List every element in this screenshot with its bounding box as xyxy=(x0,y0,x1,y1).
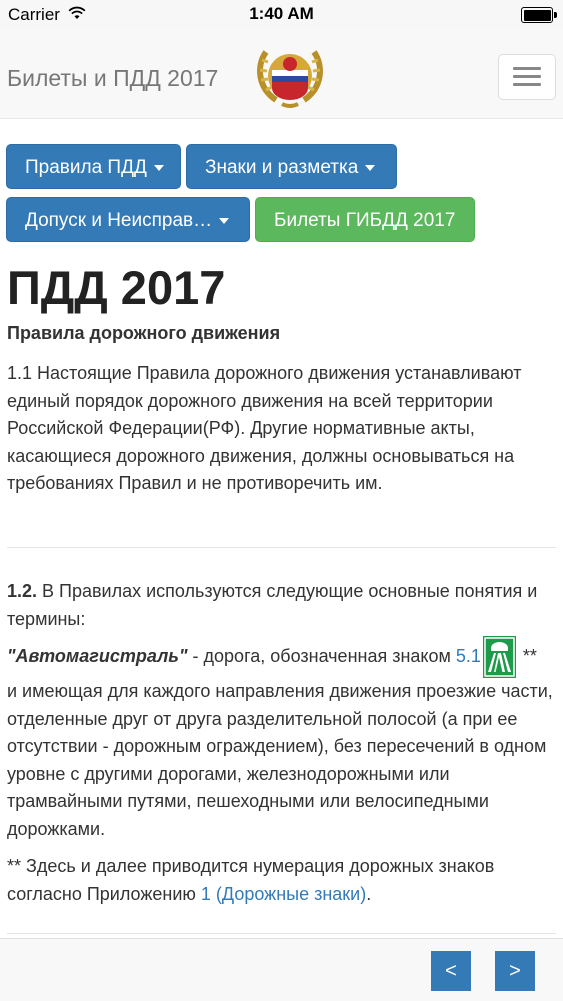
admission-dropdown-label: Допуск и Неисправ… xyxy=(25,210,213,231)
motorway-sign-icon xyxy=(482,636,516,678)
hamburger-icon xyxy=(513,67,541,70)
caret-down-icon xyxy=(153,164,164,171)
footnote-stars: ** xyxy=(517,645,537,666)
autobahn-def-start: - дорога, обозначенная знаком xyxy=(187,645,456,666)
page-subtitle: Правила дорожного движения xyxy=(7,323,281,343)
caret-down-icon xyxy=(365,164,376,171)
numbering-note: ** Здесь и далее приводится нумерация до… xyxy=(7,853,557,908)
divider xyxy=(7,547,556,548)
menu-toggle-button[interactable] xyxy=(498,54,556,100)
autobahn-definition: "Автомагистраль" - дорога, обозначенная … xyxy=(7,636,557,678)
tickets-button[interactable]: Билеты ГИБДД 2017 xyxy=(255,197,475,242)
next-page-button[interactable]: > xyxy=(495,951,535,991)
rule-1-2-intro: 1.2. В Правилах используются следующие о… xyxy=(7,578,557,633)
navbar: Билеты и ПДД 2017 xyxy=(0,30,563,119)
signs-dropdown-button[interactable]: Знаки и разметка xyxy=(186,144,397,189)
prev-page-button[interactable]: < xyxy=(431,951,471,991)
numbering-note-end: . xyxy=(366,883,372,904)
sign-5-1-link[interactable]: 5.1 xyxy=(456,646,481,666)
signs-dropdown-label: Знаки и разметка xyxy=(205,157,359,178)
admission-dropdown-button[interactable]: Допуск и Неисправ… xyxy=(6,197,250,242)
rule-1-2-number: 1.2. xyxy=(7,581,38,601)
battery-icon xyxy=(521,7,557,23)
gibdd-emblem-icon xyxy=(252,40,328,115)
rule-1-1-paragraph: 1.1 Настоящие Правила дорожного движения… xyxy=(7,363,522,493)
appendix-1-link[interactable]: 1 (Дорожные знаки) xyxy=(201,884,366,904)
caret-down-icon xyxy=(219,217,230,224)
brand-title[interactable]: Билеты и ПДД 2017 xyxy=(7,65,218,92)
tickets-button-label: Билеты ГИБДД 2017 xyxy=(274,210,456,231)
status-bar: Carrier 1:40 AM xyxy=(0,0,563,30)
clock: 1:40 AM xyxy=(249,4,314,23)
rules-dropdown-label: Правила ПДД xyxy=(25,157,147,178)
rules-dropdown-button[interactable]: Правила ПДД xyxy=(6,144,181,189)
divider xyxy=(7,933,556,934)
rule-1-2-intro-text: В Правилах используются следующие основн… xyxy=(7,581,538,629)
autobahn-definition-continued: и имеющая для каждого направления движен… xyxy=(7,681,553,839)
autobahn-term: "Автомагистраль" xyxy=(7,645,188,666)
footer-bar: < > xyxy=(0,938,563,1001)
page-title: ПДД 2017 xyxy=(7,261,226,314)
